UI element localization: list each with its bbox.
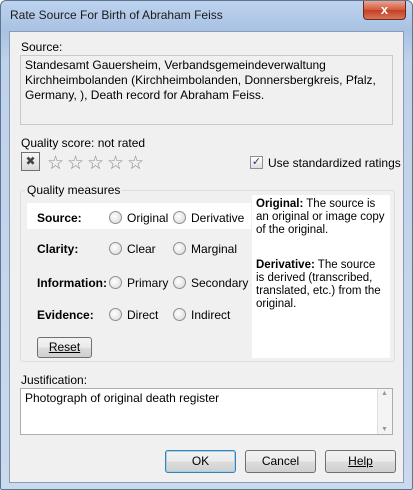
clarity-marginal-label[interactable]: Marginal: [191, 242, 237, 256]
close-button[interactable]: x: [363, 1, 406, 20]
justification-text: Photograph of original death register: [25, 391, 220, 405]
use-standardized-checkbox[interactable]: ✓: [250, 156, 263, 169]
source-measure-label: Source:: [37, 211, 82, 225]
source-original-radio[interactable]: [109, 211, 122, 224]
clear-rating-button[interactable]: ✖: [21, 152, 40, 171]
measure-help-panel: Original: The source is an original or i…: [252, 195, 390, 358]
evidence-indirect-radio[interactable]: [173, 308, 186, 321]
derivative-help-text: Derivative: The source is derived (trans…: [256, 259, 381, 310]
dialog-client: Source: Standesamt Gauersheim, Verbandsg…: [9, 31, 404, 483]
derivative-help-title: Derivative:: [256, 259, 315, 271]
star-icon[interactable]: ☆: [67, 154, 84, 173]
use-standardized-label[interactable]: Use standardized ratings: [268, 156, 401, 170]
justification-scrollbar[interactable]: ▲ ▼: [377, 389, 392, 434]
evidence-measure-label: Evidence:: [37, 308, 94, 322]
quality-measures-caption: Quality measures: [25, 183, 123, 197]
quality-score-label: Quality score: not rated: [21, 136, 146, 150]
source-derivative-radio[interactable]: [173, 211, 186, 224]
quality-measures-group: Quality measures Source: Original Deriva…: [20, 183, 395, 362]
information-secondary-radio[interactable]: [173, 276, 186, 289]
reset-button-label: Reset: [48, 340, 81, 354]
star-icon[interactable]: ☆: [127, 154, 144, 173]
evidence-indirect-label[interactable]: Indirect: [191, 308, 230, 322]
close-icon: x: [380, 2, 389, 17]
source-label: Source:: [21, 40, 63, 54]
source-original-label[interactable]: Original: [127, 211, 168, 225]
original-help-text: Original: The source is an original or i…: [256, 198, 385, 236]
evidence-direct-radio[interactable]: [109, 308, 122, 321]
ok-button[interactable]: OK: [165, 450, 236, 473]
information-primary-radio[interactable]: [109, 276, 122, 289]
source-text: Standesamt Gauersheim, Verbandsgemeindev…: [25, 58, 376, 102]
help-button-label: Help: [348, 454, 373, 468]
clarity-clear-radio[interactable]: [109, 242, 122, 255]
ok-button-label: OK: [191, 454, 210, 468]
scroll-up-icon[interactable]: ▲: [381, 390, 388, 397]
star-icon[interactable]: ☆: [87, 154, 104, 173]
information-measure-label: Information:: [37, 276, 107, 290]
help-button[interactable]: Help: [325, 450, 396, 473]
source-textbox[interactable]: Standesamt Gauersheim, Verbandsgemeindev…: [20, 55, 393, 125]
star-icon[interactable]: ☆: [107, 154, 124, 173]
scroll-down-icon[interactable]: ▼: [381, 426, 388, 433]
clear-icon: ✖: [25, 154, 36, 168]
justification-textbox[interactable]: Photograph of original death register: [20, 388, 393, 435]
original-help-title: Original:: [256, 198, 304, 210]
dialog-window: Rate Source For Birth of Abraham Feiss x…: [0, 0, 413, 490]
justification-label: Justification:: [21, 373, 88, 387]
information-primary-label[interactable]: Primary: [127, 276, 168, 290]
window-title: Rate Source For Birth of Abraham Feiss: [10, 8, 223, 22]
evidence-direct-label[interactable]: Direct: [127, 308, 158, 322]
information-secondary-label[interactable]: Secondary: [191, 276, 248, 290]
clarity-clear-label[interactable]: Clear: [127, 242, 156, 256]
reset-button[interactable]: Reset: [37, 337, 92, 358]
cancel-button-label: Cancel: [261, 454, 300, 468]
clarity-marginal-radio[interactable]: [173, 242, 186, 255]
clarity-measure-label: Clarity:: [37, 242, 79, 256]
title-bar[interactable]: Rate Source For Birth of Abraham Feiss x: [1, 1, 412, 29]
star-icon[interactable]: ☆: [47, 154, 64, 173]
source-derivative-label[interactable]: Derivative: [191, 211, 244, 225]
cancel-button[interactable]: Cancel: [245, 450, 316, 473]
check-icon: ✓: [251, 156, 262, 168]
